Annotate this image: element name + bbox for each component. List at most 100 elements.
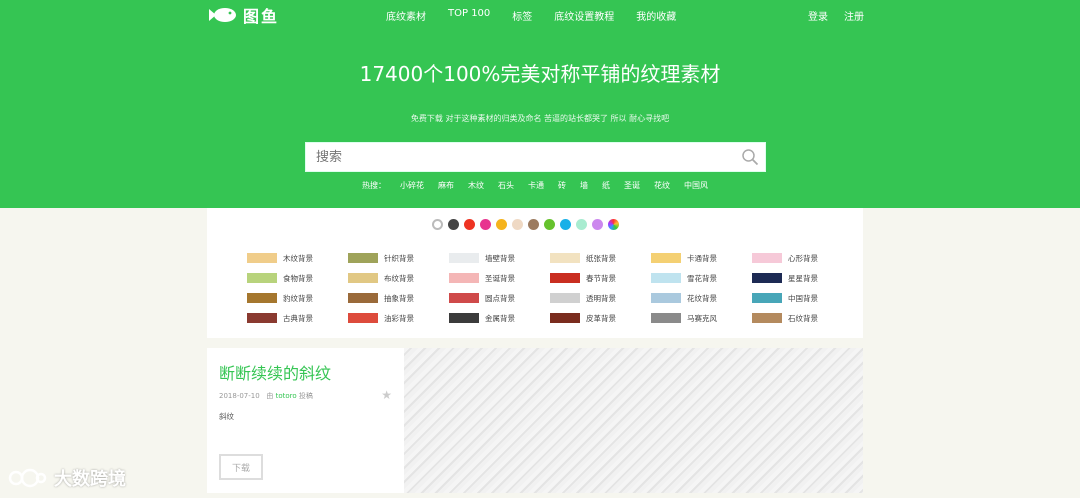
category-item[interactable]: 豹纹背景: [247, 288, 348, 308]
hot-tag[interactable]: 麻布: [438, 180, 454, 191]
category-item[interactable]: 春节背景: [550, 268, 651, 288]
card-author[interactable]: totoro: [276, 392, 297, 400]
card-title[interactable]: 断断续续的斜纹: [219, 360, 331, 384]
category-item[interactable]: 心形背景: [752, 248, 853, 268]
category-label: 食物背景: [283, 273, 313, 283]
category-item[interactable]: 透明背景: [550, 288, 651, 308]
hero-subtitle: 免费下载 对于这种素材的归类及命名 苦逼的站长都哭了 所以 耐心寻找吧: [410, 114, 670, 123]
category-item[interactable]: 石纹背景: [752, 308, 853, 328]
category-label: 针织背景: [384, 253, 414, 263]
hot-tag[interactable]: 砖: [558, 180, 566, 191]
category-item[interactable]: 木纹背景: [247, 248, 348, 268]
category-label: 墙壁背景: [485, 253, 515, 263]
hot-tag[interactable]: 石头: [498, 180, 514, 191]
hot-tag[interactable]: 卡通: [528, 180, 544, 191]
category-thumbnail: [752, 253, 782, 263]
color-swatch[interactable]: [608, 219, 619, 230]
main-nav: 底纹素材 TOP 100 标签 底纹设置教程 我的收藏: [386, 8, 698, 23]
hot-search-label: 热搜：: [362, 181, 386, 190]
register-link[interactable]: 注册: [844, 8, 864, 23]
category-thumbnail: [247, 313, 277, 323]
favorite-star-icon[interactable]: ★: [381, 388, 392, 402]
nav-texture-materials[interactable]: 底纹素材: [386, 8, 426, 23]
category-label: 圆点背景: [485, 293, 515, 303]
category-label: 皮革背景: [586, 313, 616, 323]
hot-tag[interactable]: 圣诞: [624, 180, 640, 191]
card-date: 2018-07-10: [219, 392, 260, 400]
category-thumbnail: [348, 273, 378, 283]
color-swatch[interactable]: [528, 219, 539, 230]
auth-links: 登录 注册: [808, 8, 864, 23]
category-label: 卡通背景: [687, 253, 717, 263]
login-link[interactable]: 登录: [808, 8, 828, 23]
category-item[interactable]: 花纹背景: [651, 288, 752, 308]
nav-favorites[interactable]: 我的收藏: [636, 8, 676, 23]
color-filter: [432, 219, 619, 230]
hot-tag[interactable]: 小碎花: [400, 180, 424, 191]
color-swatch[interactable]: [448, 219, 459, 230]
nav-tutorial[interactable]: 底纹设置教程: [554, 8, 614, 23]
search-input[interactable]: [306, 143, 726, 171]
search-box: [305, 142, 766, 172]
color-swatch[interactable]: [464, 219, 475, 230]
hot-tag[interactable]: 花纹: [654, 180, 670, 191]
color-swatch[interactable]: [560, 219, 571, 230]
category-item[interactable]: 圣诞背景: [449, 268, 550, 288]
hot-tag[interactable]: 墙: [580, 180, 588, 191]
category-item[interactable]: 布纹背景: [348, 268, 449, 288]
pattern-card: 断断续续的斜纹 2018-07-10 由 totoro 投稿 ★ 斜纹 下载: [207, 348, 404, 493]
hot-tag[interactable]: 中国风: [684, 180, 708, 191]
logo[interactable]: 图鱼: [207, 3, 279, 27]
category-thumbnail: [752, 273, 782, 283]
category-thumbnail: [348, 313, 378, 323]
download-button[interactable]: 下载: [219, 454, 263, 480]
nav-top100[interactable]: TOP 100: [448, 8, 490, 23]
category-thumbnail: [550, 253, 580, 263]
hot-tag[interactable]: 木纹: [468, 180, 484, 191]
color-swatch[interactable]: [544, 219, 555, 230]
category-item[interactable]: 食物背景: [247, 268, 348, 288]
category-item[interactable]: 金属背景: [449, 308, 550, 328]
category-item[interactable]: 古典背景: [247, 308, 348, 328]
color-swatch[interactable]: [576, 219, 587, 230]
category-item[interactable]: 针织背景: [348, 248, 449, 268]
category-item[interactable]: 墙壁背景: [449, 248, 550, 268]
category-label: 中国背景: [788, 293, 818, 303]
logo-text: 图鱼: [243, 7, 280, 26]
category-thumbnail: [651, 253, 681, 263]
category-item[interactable]: 纸张背景: [550, 248, 651, 268]
category-item[interactable]: 抽象背景: [348, 288, 449, 308]
category-thumbnail: [550, 293, 580, 303]
fish-icon: [209, 8, 236, 22]
category-thumbnail: [651, 273, 681, 283]
search-icon[interactable]: [741, 148, 759, 166]
category-item[interactable]: 卡通背景: [651, 248, 752, 268]
nav-tags[interactable]: 标签: [512, 8, 532, 23]
card-by: 由: [266, 392, 274, 400]
color-swatch[interactable]: [480, 219, 491, 230]
category-item[interactable]: 皮革背景: [550, 308, 651, 328]
pattern-preview[interactable]: [404, 348, 863, 493]
hot-tag[interactable]: 纸: [602, 180, 610, 191]
color-swatch[interactable]: [512, 219, 523, 230]
category-thumbnail: [247, 253, 277, 263]
category-label: 金属背景: [485, 313, 515, 323]
category-item[interactable]: 星星背景: [752, 268, 853, 288]
category-item[interactable]: 圆点背景: [449, 288, 550, 308]
color-swatch[interactable]: [496, 219, 507, 230]
hero-title: 17400个100%完美对称平铺的纹理素材: [359, 62, 721, 86]
watermark-text: 大数跨境: [54, 469, 126, 490]
color-swatch[interactable]: [432, 219, 443, 230]
category-thumbnail: [348, 293, 378, 303]
category-item[interactable]: 中国背景: [752, 288, 853, 308]
category-item[interactable]: 雪花背景: [651, 268, 752, 288]
category-thumbnail: [348, 253, 378, 263]
color-swatch[interactable]: [592, 219, 603, 230]
card-tag[interactable]: 斜纹: [219, 411, 234, 422]
category-thumbnail: [247, 273, 277, 283]
category-label: 纸张背景: [586, 253, 616, 263]
category-thumbnail: [752, 313, 782, 323]
category-label: 古典背景: [283, 313, 313, 323]
category-item[interactable]: 马赛克风: [651, 308, 752, 328]
category-item[interactable]: 油彩背景: [348, 308, 449, 328]
